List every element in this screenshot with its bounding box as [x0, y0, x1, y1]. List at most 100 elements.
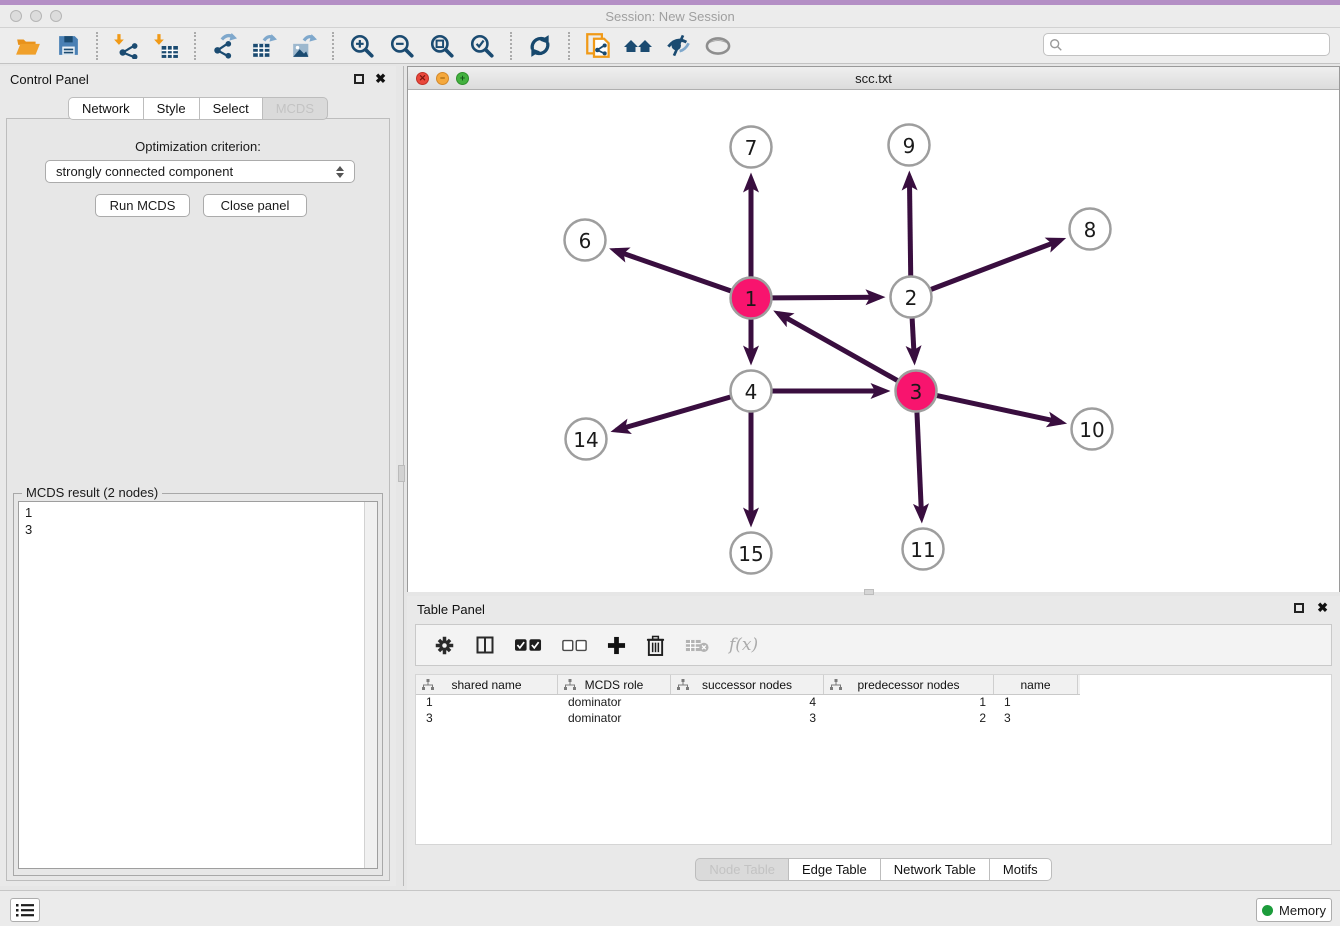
zoom-in-button[interactable] [342, 30, 382, 62]
select-all-columns-button[interactable] [515, 638, 542, 652]
minimize-window-button[interactable] [30, 10, 42, 22]
graph-edge-4-14[interactable] [616, 397, 730, 430]
run-mcds-button[interactable]: Run MCDS [95, 194, 190, 217]
graph-edge-1-2[interactable] [772, 297, 879, 298]
graph-edge-2-8[interactable] [931, 240, 1060, 289]
first-neighbors-button[interactable] [618, 30, 658, 62]
cell-name[interactable]: 3 [994, 711, 1078, 727]
export-network-icon [211, 33, 237, 59]
delete-columns-button[interactable] [646, 635, 665, 656]
control-panel-header: Control Panel ✖ [0, 66, 396, 94]
hierarchy-icon [422, 679, 434, 690]
zoom-selected-button[interactable] [462, 30, 502, 62]
show-graphics-details-button[interactable] [698, 30, 738, 62]
tab-mcds[interactable]: MCDS [263, 97, 328, 120]
column-header-predecessor-nodes[interactable]: predecessor nodes [824, 675, 994, 694]
show-column-button[interactable] [475, 635, 495, 655]
window-title: Session: New Session [0, 9, 1340, 24]
table-panel-title: Table Panel [417, 602, 485, 617]
tab-network[interactable]: Network [68, 97, 144, 120]
optimization-criterion-label: Optimization criterion: [7, 139, 389, 154]
horizontal-splitter-handle[interactable] [864, 589, 874, 595]
cell-mcds-role[interactable]: dominator [558, 711, 671, 727]
toolbar-separator [96, 32, 98, 60]
float-table-panel-icon[interactable] [1294, 603, 1304, 613]
column-header-name[interactable]: name [994, 675, 1078, 694]
maximize-window-button[interactable] [50, 10, 62, 22]
refresh-layout-button[interactable] [520, 30, 560, 62]
column-header-successor-nodes[interactable]: successor nodes [671, 675, 824, 694]
control-panel-tabs: Network Style Select MCDS [0, 97, 396, 120]
graph-edge-1-6[interactable] [615, 250, 731, 291]
clone-network-icon [585, 32, 612, 59]
close-panel-icon[interactable]: ✖ [375, 71, 386, 87]
zoom-selected-icon [469, 33, 495, 59]
network-window-titlebar[interactable]: ✕ − + scc.txt [408, 67, 1339, 90]
task-history-button[interactable] [10, 898, 40, 922]
open-session-button[interactable] [8, 30, 48, 62]
tab-edge-table[interactable]: Edge Table [789, 858, 881, 881]
mcds-result-list[interactable]: 1 3 [18, 501, 378, 869]
mcds-result-group: MCDS result (2 nodes) 1 3 [13, 493, 383, 876]
mcds-result-title: MCDS result (2 nodes) [22, 485, 162, 500]
graph-edge-3-11[interactable] [917, 412, 922, 517]
column-header-mcds-role[interactable]: MCDS role [558, 675, 671, 694]
table-panel-header: Table Panel ✖ [407, 596, 1340, 624]
graph-edge-2-3[interactable] [912, 318, 914, 359]
search-input[interactable] [1063, 36, 1329, 54]
table-panel-tabs: Node Table Edge Table Network Table Moti… [407, 858, 1340, 881]
close-window-button[interactable] [10, 10, 22, 22]
close-table-panel-icon[interactable]: ✖ [1317, 600, 1328, 616]
tab-node-table[interactable]: Node Table [695, 858, 789, 881]
vertical-splitter-handle[interactable] [398, 465, 405, 482]
cell-successor-nodes[interactable]: 4 [671, 695, 824, 711]
unselect-all-columns-button[interactable] [562, 639, 587, 652]
tab-motifs[interactable]: Motifs [990, 858, 1052, 881]
tab-network-table[interactable]: Network Table [881, 858, 990, 881]
export-table-button[interactable] [244, 30, 284, 62]
memory-button-label: Memory [1279, 903, 1326, 918]
table-row[interactable]: 3 dominator 3 2 3 [416, 711, 1331, 727]
save-session-button[interactable] [48, 30, 88, 62]
cell-shared-name[interactable]: 1 [416, 695, 558, 711]
optimization-criterion-select[interactable]: strongly connected component [45, 160, 355, 183]
memory-button[interactable]: Memory [1256, 898, 1332, 922]
zoom-out-button[interactable] [382, 30, 422, 62]
gear-icon [434, 635, 455, 656]
column-header-shared-name[interactable]: shared name [416, 675, 558, 694]
network-canvas[interactable]: 7968124314101511 [408, 90, 1339, 592]
import-table-button[interactable] [146, 30, 186, 62]
cell-name[interactable]: 1 [994, 695, 1078, 711]
zoom-fit-button[interactable] [422, 30, 462, 62]
hide-graphics-details-button[interactable] [658, 30, 698, 62]
table-toolbar: f(x) [415, 624, 1332, 666]
graph-edge-2-9[interactable] [909, 176, 910, 275]
tab-select[interactable]: Select [200, 97, 263, 120]
zoom-fit-icon [429, 33, 455, 59]
clone-network-button[interactable] [578, 30, 618, 62]
cell-predecessor-nodes[interactable]: 1 [824, 695, 994, 711]
graph-edge-3-10[interactable] [937, 396, 1061, 423]
close-panel-button[interactable]: Close panel [203, 194, 307, 217]
function-builder-button[interactable]: f(x) [729, 635, 758, 655]
graph-edge-3-1[interactable] [778, 313, 897, 380]
create-column-button[interactable] [607, 636, 626, 655]
export-image-button[interactable] [284, 30, 324, 62]
table-row[interactable]: 1 dominator 4 1 1 [416, 695, 1331, 711]
result-scrollbar[interactable] [364, 502, 377, 868]
cell-shared-name[interactable]: 3 [416, 711, 558, 727]
cell-mcds-role[interactable]: dominator [558, 695, 671, 711]
export-network-button[interactable] [204, 30, 244, 62]
cell-predecessor-nodes[interactable]: 2 [824, 711, 994, 727]
float-panel-icon[interactable] [354, 74, 364, 84]
table-settings-button[interactable] [434, 635, 455, 656]
graph-node-label-10: 10 [1079, 418, 1104, 442]
delete-table-button[interactable] [685, 638, 709, 653]
network-graph: 7968124314101511 [408, 90, 1339, 592]
import-network-button[interactable] [106, 30, 146, 62]
graph-node-label-2: 2 [905, 286, 918, 310]
cell-successor-nodes[interactable]: 3 [671, 711, 824, 727]
tab-style[interactable]: Style [144, 97, 200, 120]
toolbar-separator [194, 32, 196, 60]
table-header-row: shared name MCDS role successor nodes pr… [416, 675, 1080, 695]
